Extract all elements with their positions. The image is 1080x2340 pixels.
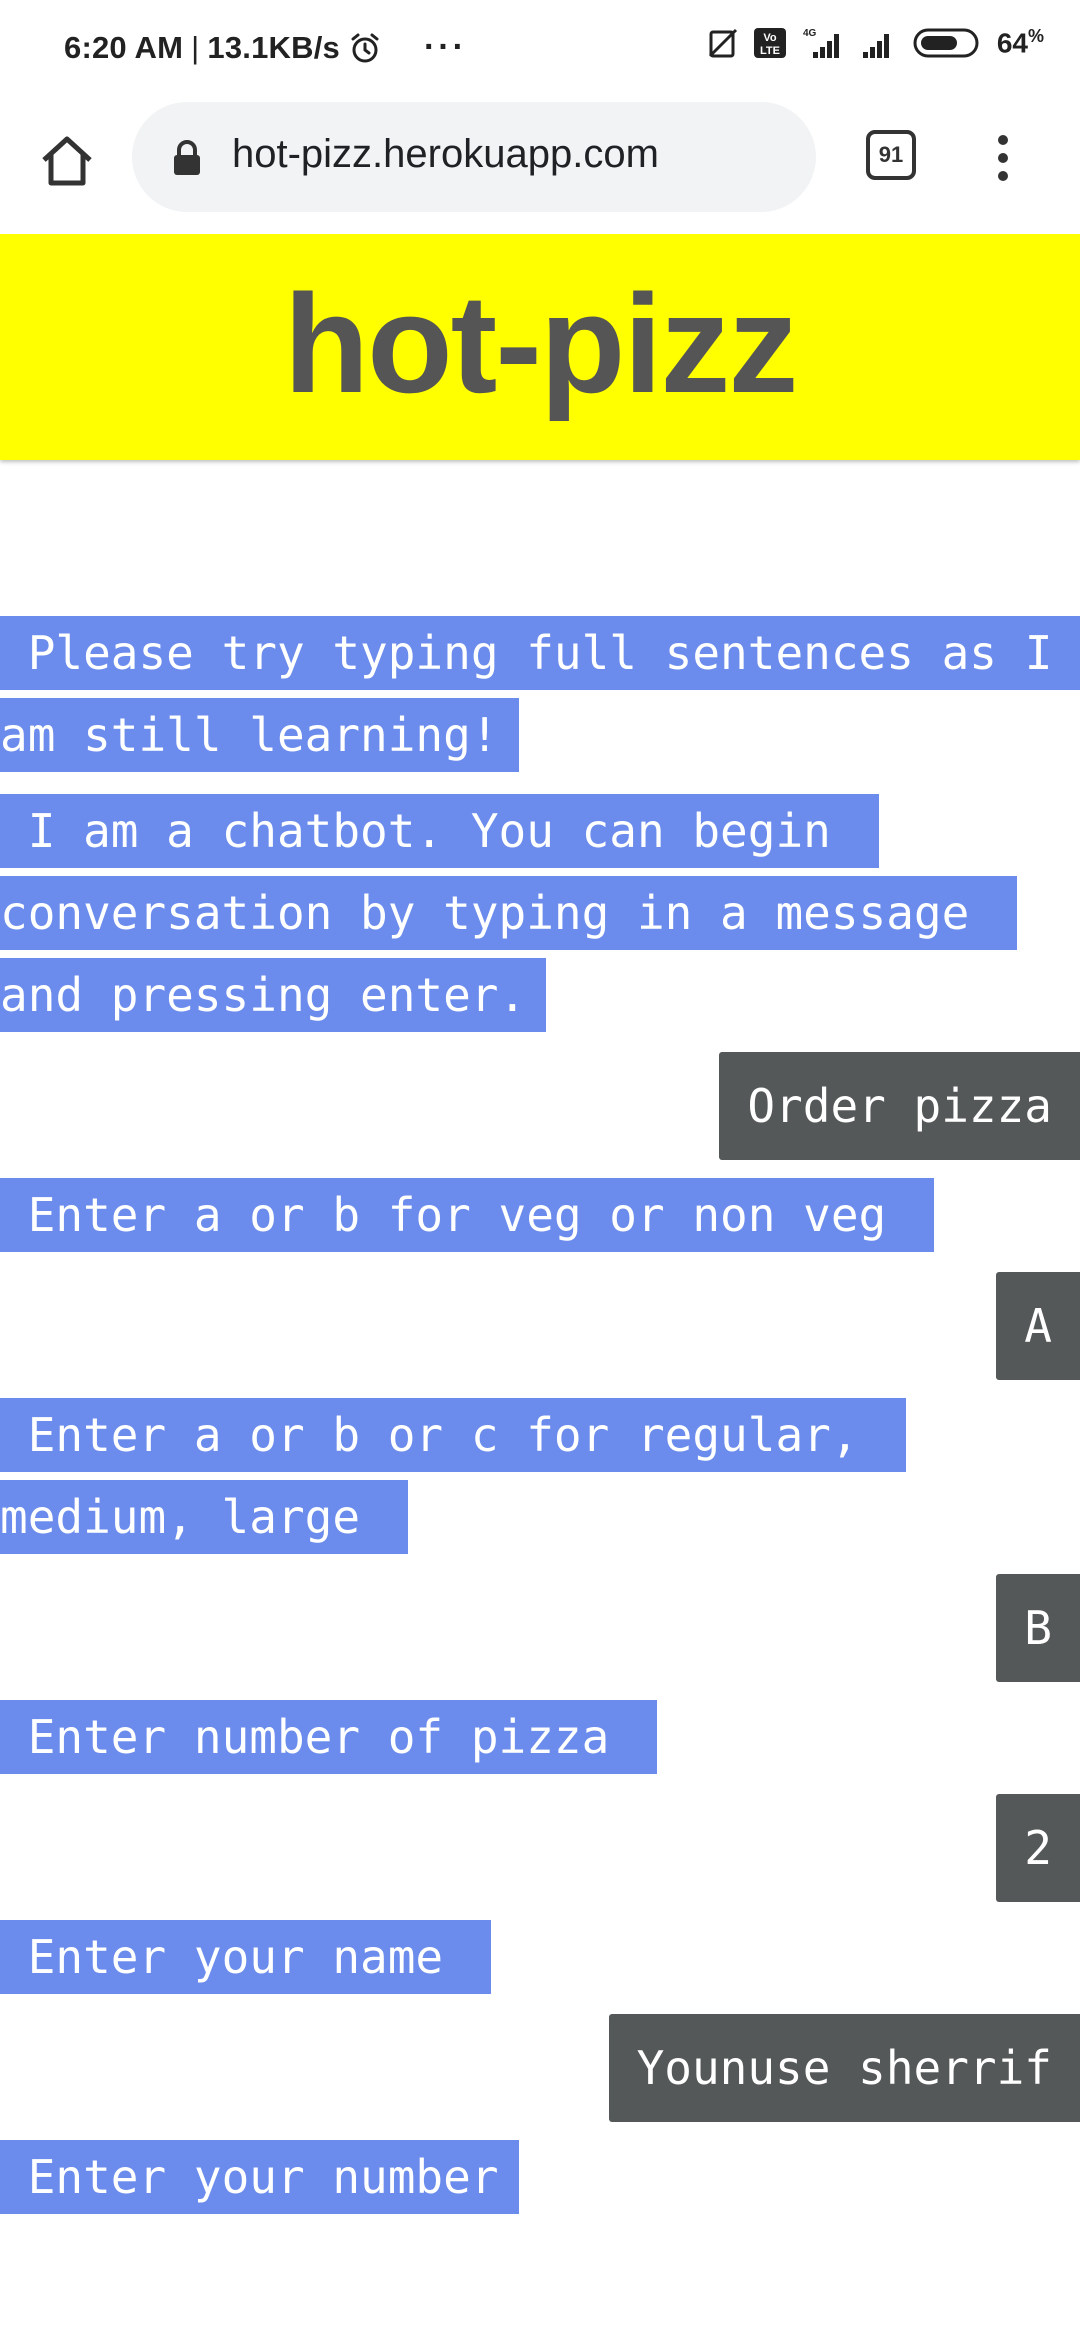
bot-message-text: Please try typing full sentences as I am…	[0, 616, 1080, 772]
web-page: hot-pizz Please try typing full sentence…	[0, 234, 1080, 2340]
network-type-label: 4G	[803, 28, 817, 39]
svg-text:LTE: LTE	[760, 45, 780, 57]
bot-message: Enter number of pizza	[0, 1696, 1066, 1778]
svg-text:Vo: Vo	[763, 32, 777, 44]
overflow-menu-icon[interactable]	[988, 132, 1018, 184]
user-message-text: Order pizza	[719, 1052, 1080, 1160]
status-bar-left: 6:20 AM | 13.1KB/s ···	[64, 28, 467, 67]
user-message: B	[0, 1574, 1080, 1682]
user-message-text: 2	[996, 1794, 1080, 1902]
no-sim-icon	[708, 28, 737, 58]
bot-message: Enter a or b or c for regular, medium, l…	[0, 1394, 1066, 1558]
address-bar[interactable]: hot-pizz.herokuapp.com	[132, 102, 816, 212]
user-message: A	[0, 1272, 1080, 1380]
status-bar: 6:20 AM | 13.1KB/s ··· Vo LTE 4G 64%	[0, 0, 1080, 96]
user-message: 2	[0, 1794, 1080, 1902]
bot-message-text: Enter a or b or c for regular, medium, l…	[0, 1398, 907, 1554]
user-message: Younuse sherrif	[0, 2014, 1080, 2122]
bot-message-text: Enter a or b for veg or non veg	[0, 1178, 934, 1252]
browser-toolbar: hot-pizz.herokuapp.com 91	[0, 96, 1080, 234]
user-message-text: A	[996, 1272, 1080, 1380]
lock-icon	[174, 140, 200, 175]
signal-4g-icon: 4G	[803, 28, 839, 58]
bot-message: I am a chatbot. You can begin conversati…	[0, 790, 1066, 1036]
more-notifications-icon: ···	[423, 28, 467, 66]
page-title: hot-pizz	[283, 265, 799, 422]
page-header: hot-pizz	[0, 234, 1080, 460]
chat-log: Please try typing full sentences as I am…	[0, 612, 1080, 2232]
status-bar-right: Vo LTE 4G 64%	[707, 26, 1044, 60]
battery-percent: 64%	[996, 26, 1044, 59]
home-icon[interactable]	[36, 130, 98, 192]
signal-icon	[862, 34, 889, 58]
bot-message: Enter your name	[0, 1916, 1066, 1998]
status-separator: |	[191, 29, 200, 65]
bot-message: Enter a or b for veg or non veg	[0, 1174, 1066, 1256]
alarm-icon	[351, 33, 379, 62]
bot-message: Please try typing full sentences as I am…	[0, 612, 1080, 776]
user-message: Order pizza	[0, 1052, 1080, 1160]
status-time: 6:20 AM	[64, 29, 184, 65]
bot-message-text: Enter your number	[0, 2140, 519, 2214]
bot-message-text: Enter your name	[0, 1920, 491, 1994]
tab-switcher-button[interactable]: 91	[866, 130, 916, 180]
status-network-speed: 13.1KB/s	[207, 29, 340, 65]
volte-icon: Vo LTE	[753, 28, 786, 58]
bot-message: Enter your number	[0, 2136, 1066, 2218]
bot-message-text: I am a chatbot. You can begin conversati…	[0, 794, 1018, 1032]
bot-message-text: Enter number of pizza	[0, 1700, 657, 1774]
battery-icon	[913, 28, 979, 58]
user-message-text: B	[996, 1574, 1080, 1682]
battery-percent-value: 64	[996, 27, 1028, 59]
user-message-text: Younuse sherrif	[608, 2014, 1080, 2122]
url-text[interactable]: hot-pizz.herokuapp.com	[232, 132, 659, 177]
